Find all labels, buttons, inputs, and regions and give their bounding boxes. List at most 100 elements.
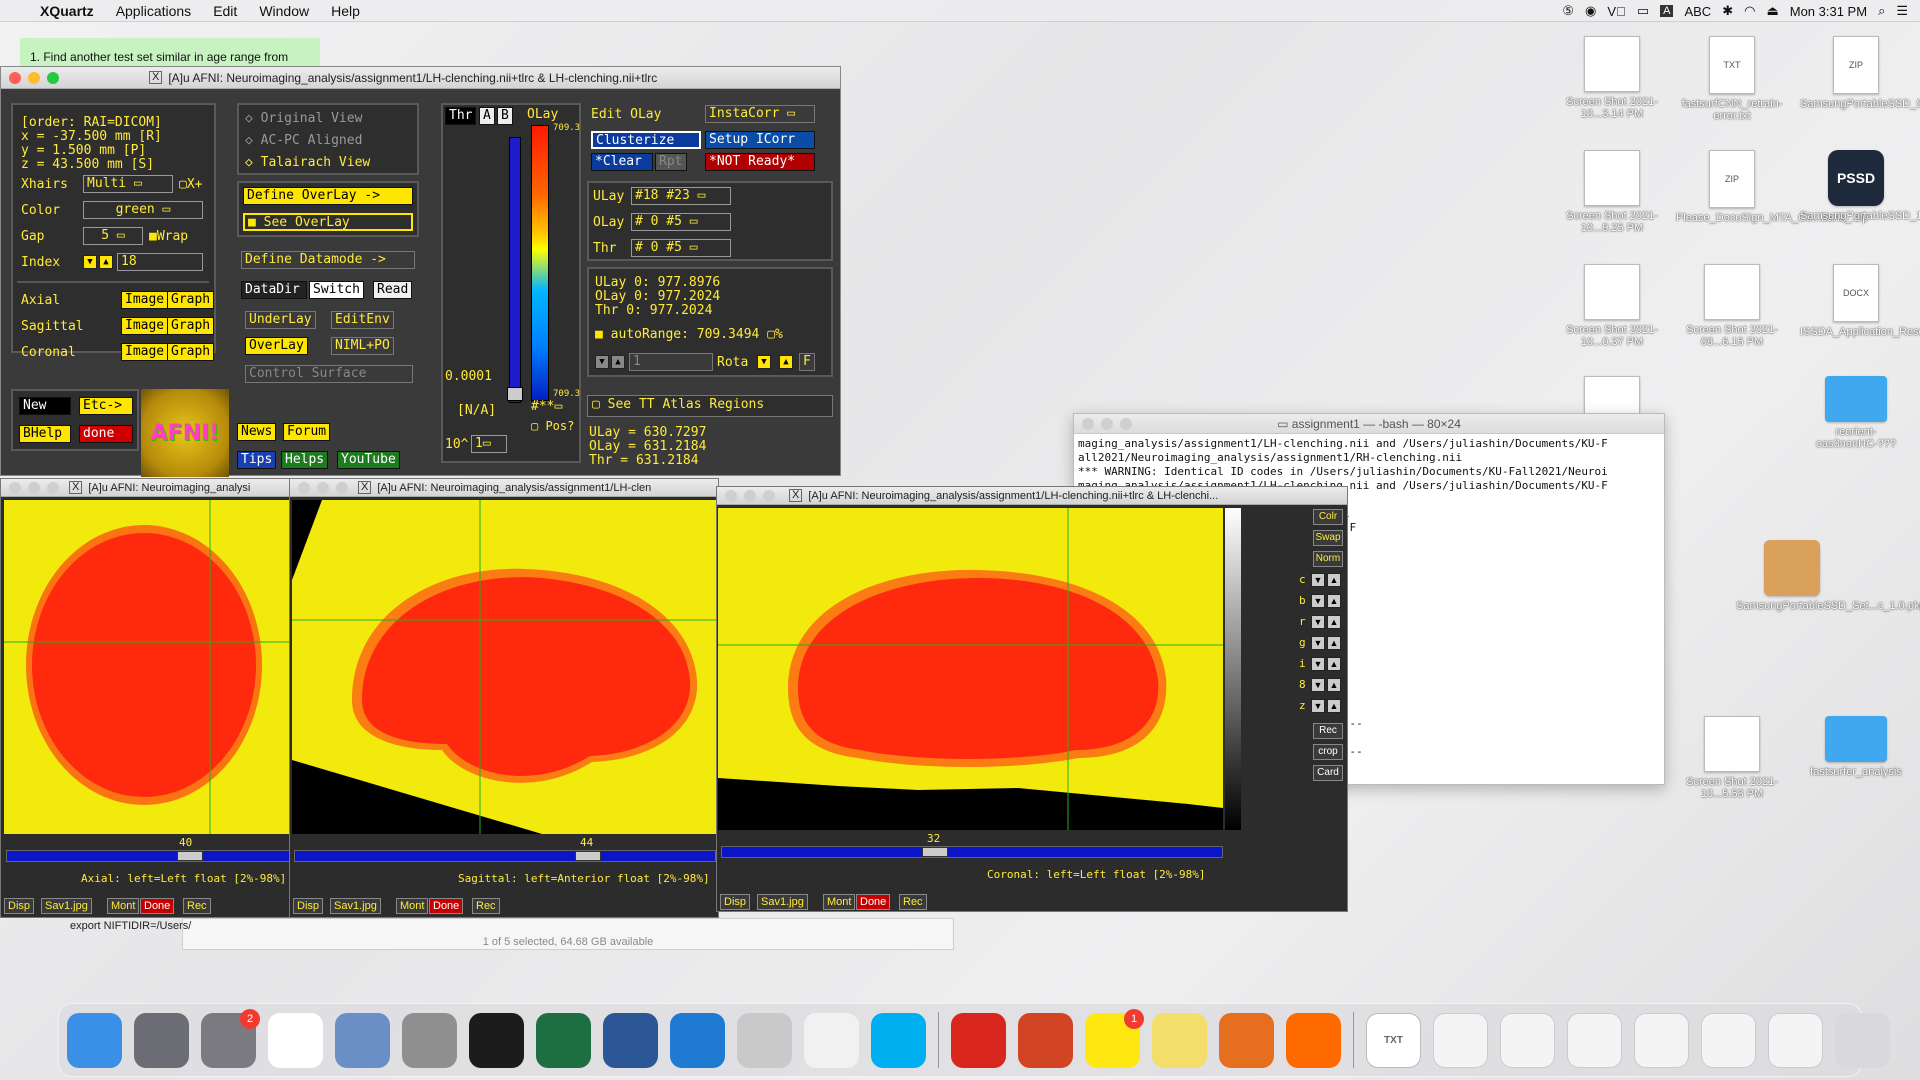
dock-launchpad-icon[interactable] <box>134 1012 189 1068</box>
xhairs-select[interactable]: Multi ▭ <box>83 175 173 193</box>
mont-button[interactable]: Mont <box>107 898 140 914</box>
bhelp-button[interactable]: BHelp <box>19 425 71 443</box>
threshold-slider-knob[interactable] <box>507 387 523 401</box>
sagittal-graph-button[interactable]: Graph <box>167 317 215 335</box>
clock[interactable]: Mon 3:31 PM <box>1790 4 1867 19</box>
done-button[interactable]: Done <box>429 898 464 914</box>
wifi-icon[interactable]: ◠ <box>1744 3 1755 19</box>
clear-button[interactable]: *Clear <box>591 153 653 171</box>
rota-down-arrow[interactable]: ▼ <box>595 355 609 369</box>
dock-vs-code-icon[interactable] <box>670 1012 725 1068</box>
control-surface-button[interactable]: Control Surface <box>245 365 413 383</box>
coronal-image-button[interactable]: Image <box>121 343 169 361</box>
news-button[interactable]: News <box>237 423 277 441</box>
axial-image-button[interactable]: Image <box>121 291 169 309</box>
wrap-toggle[interactable]: ■Wrap <box>149 229 188 244</box>
minimize-button[interactable] <box>28 71 40 84</box>
dock-finder-icon[interactable] <box>67 1012 122 1068</box>
dock-stack-thumbnail[interactable] <box>1433 1012 1488 1068</box>
sav1-jpg-button[interactable]: Sav1.jpg <box>757 894 808 910</box>
dock-excel-icon[interactable] <box>536 1012 591 1068</box>
coord-z[interactable]: z = 43.500 mm [S] <box>21 157 154 172</box>
f-button[interactable]: F <box>799 353 815 371</box>
disp-button[interactable]: Disp <box>293 898 324 914</box>
control-center-icon[interactable]: ☰ <box>1896 3 1908 19</box>
arrow-up-icon[interactable]: ▲ <box>1327 678 1341 692</box>
acpc-view-radio[interactable]: ◇ AC-PC Aligned <box>245 133 362 148</box>
dock-stack-thumbnail[interactable] <box>1634 1012 1689 1068</box>
desktop-icon[interactable]: Screen Shot 2021-10...3.14 PM <box>1556 36 1668 120</box>
dock-chrome-icon[interactable] <box>268 1012 323 1068</box>
overlay-button[interactable]: OverLay <box>245 337 308 355</box>
etc-button[interactable]: Etc-> <box>79 397 133 415</box>
afni-main-window[interactable]: X [A]u AFNI: Neuroimaging_analysis/assig… <box>0 66 841 477</box>
afni-logo[interactable]: AFNI! <box>141 389 229 477</box>
see-overlay-toggle[interactable]: ■ See OverLay <box>243 213 413 231</box>
desktop-icon[interactable]: Screen Shot 2021-10...0.37 PM <box>1556 264 1668 348</box>
coronal-viewer-window[interactable]: X [A]u AFNI: Neuroimaging_analysis/assign… <box>716 486 1348 912</box>
menu-help[interactable]: Help <box>320 3 371 19</box>
talairach-view-radio[interactable]: ◇ Talairach View <box>245 155 370 170</box>
new-button[interactable]: New <box>19 397 71 415</box>
menu-edit[interactable]: Edit <box>202 3 248 19</box>
axial-image[interactable] <box>4 500 290 834</box>
dock-terminal-icon[interactable] <box>469 1012 524 1068</box>
disp-button[interactable]: Disp <box>4 898 35 914</box>
pos-toggle[interactable]: ▢ Pos? <box>531 419 574 433</box>
arrow-up-icon[interactable]: ▲ <box>1327 636 1341 650</box>
trash-icon[interactable] <box>1835 1012 1890 1068</box>
coronal-slice-slider[interactable] <box>721 846 1223 858</box>
arrow-up-icon[interactable]: ▲ <box>1327 594 1341 608</box>
setup-icorr-button[interactable]: Setup ICorr <box>705 131 815 149</box>
sav1-jpg-button[interactable]: Sav1.jpg <box>330 898 381 914</box>
menu-applications[interactable]: Applications <box>105 3 203 19</box>
power-select[interactable]: 1▭ <box>471 435 507 453</box>
thr-a-button[interactable]: A <box>479 107 495 125</box>
zoom-button[interactable] <box>1120 418 1132 430</box>
sagittal-slice-slider[interactable] <box>294 850 716 862</box>
datadir-button[interactable]: DataDir <box>241 281 307 299</box>
rec-button[interactable]: Rec <box>899 894 927 910</box>
xplus-toggle[interactable]: ▢X+ <box>179 177 202 192</box>
close-button[interactable] <box>9 481 21 494</box>
color-select[interactable]: green ▭ <box>83 201 203 219</box>
dock-powerpoint-icon[interactable] <box>1018 1012 1073 1068</box>
arrow-down-icon[interactable]: ▼ <box>1311 678 1325 692</box>
ulay-select[interactable]: #18 #23 ▭ <box>631 187 731 205</box>
arrow-down-icon[interactable]: ▼ <box>1311 573 1325 587</box>
youtube-button[interactable]: YouTube <box>337 451 400 469</box>
axial-viewer-window[interactable]: X [A]u AFNI: Neuroimaging_analysi 40 Axia… <box>0 478 292 918</box>
coronal-titlebar[interactable]: X [A]u AFNI: Neuroimaging_analysis/assign… <box>717 487 1347 505</box>
arrow-down-icon[interactable]: ▼ <box>1311 636 1325 650</box>
tips-button[interactable]: Tips <box>237 451 277 469</box>
zoom-button[interactable] <box>336 481 348 494</box>
close-button[interactable] <box>298 481 310 494</box>
forum-button[interactable]: Forum <box>283 423 331 441</box>
dock-skype-icon[interactable] <box>871 1012 926 1068</box>
arrow-up-icon[interactable]: ▲ <box>1327 699 1341 713</box>
dock-matlab-icon[interactable] <box>1219 1012 1274 1068</box>
underlay-button[interactable]: UnderLay <box>245 311 316 329</box>
menu-window[interactable]: Window <box>248 3 320 19</box>
done-button[interactable]: done <box>79 425 133 443</box>
axial-titlebar[interactable]: X [A]u AFNI: Neuroimaging_analysi <box>1 479 291 497</box>
arrow-down-icon[interactable]: ▼ <box>1311 594 1325 608</box>
bluetooth-icon[interactable]: ✱ <box>1722 3 1733 19</box>
desktop-icon[interactable]: SamsungPortableSSD_Set...c_1.0.pkg <box>1736 540 1920 612</box>
autorange-toggle[interactable]: ■ autoRange: 709.3494 ▢% <box>595 327 783 342</box>
vscode-status-icon[interactable]: V⃞ <box>1607 4 1625 19</box>
eject-icon[interactable]: ⏏ <box>1766 3 1778 19</box>
minimize-button[interactable] <box>28 481 40 494</box>
desktop-icon[interactable]: Screen Shot 2021-08...6.15 PM <box>1676 264 1788 348</box>
rota-arrow-up-icon[interactable]: ▲ <box>779 355 793 369</box>
dock-document-icon[interactable]: TXT <box>1366 1012 1421 1068</box>
dock-stack-thumbnail[interactable] <box>1500 1012 1555 1068</box>
dock-stickies-icon[interactable] <box>1152 1012 1207 1068</box>
sagittal-viewer-window[interactable]: X [A]u AFNI: Neuroimaging_analysis/assign… <box>289 478 719 918</box>
index-input[interactable]: 18 <box>117 253 203 271</box>
rota-arrow-down-icon[interactable]: ▼ <box>757 355 771 369</box>
stars-select[interactable]: #**▭ <box>531 399 562 414</box>
dock-stack-thumbnail[interactable] <box>1768 1012 1823 1068</box>
rota-input[interactable]: 1 <box>629 353 713 371</box>
original-view-radio[interactable]: ◇ Original View <box>245 111 362 126</box>
